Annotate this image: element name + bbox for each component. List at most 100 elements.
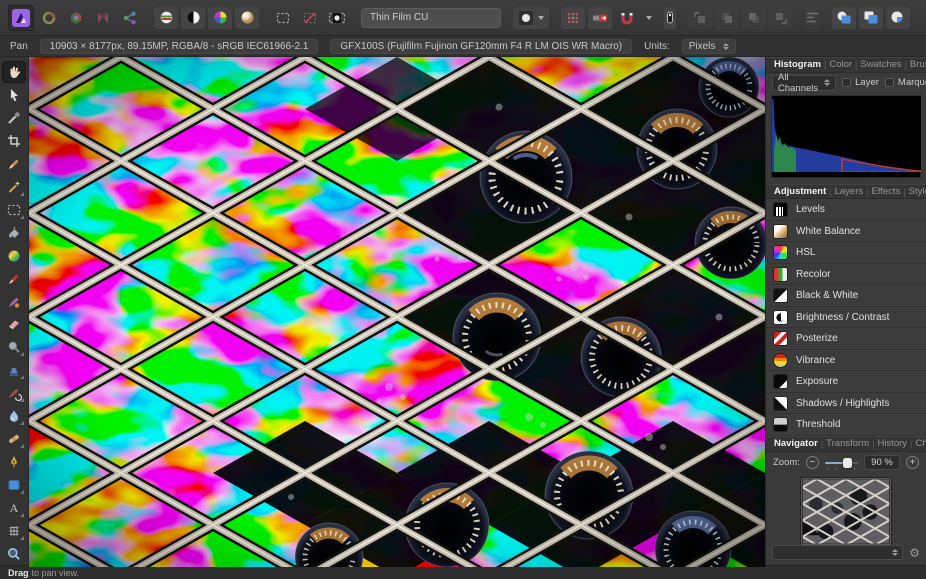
auto-colours-button[interactable] <box>208 7 232 29</box>
tool-blur[interactable] <box>2 405 26 427</box>
tool-selection-brush[interactable] <box>2 153 26 175</box>
tab-channels[interactable]: Channels <box>912 438 926 449</box>
tool-rectangle[interactable] <box>2 474 26 496</box>
auto-white-balance-button[interactable] <box>235 7 259 29</box>
boolean-subtract-button[interactable] <box>859 7 883 29</box>
tab-color[interactable]: Color <box>826 59 855 70</box>
tab-history[interactable]: History <box>874 438 910 449</box>
tool-marquee[interactable] <box>2 199 26 221</box>
move-to-back-button[interactable] <box>769 7 793 29</box>
assistant-button[interactable] <box>664 7 676 29</box>
tool-preset-dropdown[interactable] <box>513 7 549 29</box>
navigator-thumbnail[interactable] <box>801 478 891 545</box>
hand-icon <box>6 64 22 80</box>
zoom-magnifier-icon <box>6 546 22 562</box>
gradient-icon <box>6 248 22 264</box>
tab-transform[interactable]: Transform <box>823 438 872 449</box>
tab-styles[interactable]: Styles <box>906 186 926 197</box>
tool-dodge[interactable] <box>2 336 26 358</box>
white-balance-icon <box>774 225 787 238</box>
boolean-add-button[interactable] <box>832 7 856 29</box>
selection-mode-button[interactable] <box>271 7 295 29</box>
adjustment-item-threshold[interactable]: Threshold <box>766 414 926 436</box>
document-canvas[interactable] <box>29 57 765 565</box>
units-label: Units: <box>644 41 670 52</box>
channel-value: All Channels <box>778 72 818 94</box>
tone-mapping-persona-button[interactable] <box>91 7 115 29</box>
export-persona-button[interactable] <box>118 7 142 29</box>
develop-persona-button[interactable] <box>64 7 88 29</box>
undo-brush-icon <box>6 385 22 401</box>
adjustment-item-posterize[interactable]: Posterize <box>766 328 926 350</box>
boolean-divide-button[interactable] <box>886 7 910 29</box>
auto-levels-button[interactable] <box>154 7 178 29</box>
gear-icon[interactable]: ⚙ <box>909 547 920 559</box>
adjustment-item-hsl[interactable]: HSL <box>766 242 926 264</box>
affinity-photo-window: Pan 10903 × 8177px, 89.15MP, RGBA/8 - sR… <box>0 0 926 579</box>
grid-button[interactable] <box>561 7 585 29</box>
tool-undo-brush[interactable] <box>2 382 26 404</box>
tab-adjustment[interactable]: Adjustment <box>771 186 829 197</box>
tool-healing[interactable] <box>2 428 26 450</box>
snapping-magnet-button[interactable] <box>615 7 639 29</box>
tool-clone-stamp[interactable] <box>2 359 26 381</box>
tool-flood-fill[interactable] <box>2 222 26 244</box>
tool-view-pan[interactable] <box>2 61 26 83</box>
tab-histogram[interactable]: Histogram <box>771 59 824 70</box>
alignment-button[interactable] <box>805 7 820 29</box>
zoom-slider-thumb[interactable] <box>843 458 852 468</box>
move-to-front-button[interactable] <box>688 7 712 29</box>
document-title-input[interactable] <box>361 8 501 28</box>
zoom-in-button[interactable]: + <box>906 456 919 469</box>
tool-mesh-warp[interactable] <box>2 520 26 542</box>
adjustment-item-exposure[interactable]: Exposure <box>766 371 926 393</box>
adjustment-item-brightness-contrast[interactable]: Brightness / Contrast <box>766 307 926 329</box>
tool-text[interactable]: A <box>2 497 26 519</box>
grid-icon <box>566 11 580 25</box>
auto-contrast-button[interactable] <box>181 7 205 29</box>
zoom-slider[interactable] <box>825 457 858 469</box>
tool-gradient[interactable] <box>2 245 26 267</box>
tab-layers[interactable]: Layers <box>832 186 867 197</box>
zoom-value[interactable]: 90 % <box>864 455 900 470</box>
adjustment-label: Recolor <box>796 269 830 280</box>
tool-pen[interactable] <box>2 451 26 473</box>
adjustment-item-shadows-highlights[interactable]: Shadows / Highlights <box>766 393 926 415</box>
tool-move[interactable] <box>2 84 26 106</box>
tool-colour-replacement-brush[interactable] <box>2 291 26 313</box>
tone-mapping-persona-icon <box>95 10 111 26</box>
layer-checkbox[interactable] <box>842 78 851 87</box>
channel-dropdown[interactable]: All Channels <box>772 75 836 91</box>
move-forward-button[interactable] <box>715 7 739 29</box>
zoom-out-button[interactable]: − <box>806 456 819 469</box>
adjustment-item-levels[interactable]: Levels <box>766 199 926 221</box>
tool-crop[interactable] <box>2 130 26 152</box>
navigator-view-dropdown[interactable] <box>772 545 903 560</box>
refine-selection-button[interactable] <box>325 7 349 29</box>
snapping-caret-icon[interactable] <box>646 16 652 20</box>
adjustment-item-white-balance[interactable]: White Balance <box>766 221 926 243</box>
tab-effects[interactable]: Effects <box>868 186 903 197</box>
tab-brushes[interactable]: Brushes <box>907 59 926 70</box>
adjustment-label: Black & White <box>796 290 858 301</box>
move-to-front-icon <box>693 11 707 25</box>
adjustment-item-recolor[interactable]: Recolor <box>766 264 926 286</box>
tab-navigator[interactable]: Navigator <box>771 438 821 449</box>
tool-erase[interactable] <box>2 313 26 335</box>
posterize-icon <box>774 332 787 345</box>
photo-persona-button[interactable] <box>8 5 34 31</box>
deselect-button[interactable] <box>298 7 322 29</box>
snapping-presets-button[interactable] <box>588 7 612 29</box>
units-dropdown[interactable]: Pixels <box>682 39 737 54</box>
adjustment-item-black-white[interactable]: Black & White <box>766 285 926 307</box>
tool-paint-brush[interactable] <box>2 268 26 290</box>
move-backward-button[interactable] <box>742 7 766 29</box>
adjustment-item-vibrance[interactable]: Vibrance <box>766 350 926 372</box>
marquee-checkbox[interactable] <box>885 78 894 87</box>
stepper-icon <box>824 79 830 86</box>
tool-colour-picker[interactable] <box>2 107 26 129</box>
tab-swatches[interactable]: Swatches <box>857 59 904 70</box>
tool-flood-select[interactable] <box>2 176 26 198</box>
liquify-persona-button[interactable] <box>37 7 61 29</box>
tool-zoom[interactable] <box>2 543 26 565</box>
